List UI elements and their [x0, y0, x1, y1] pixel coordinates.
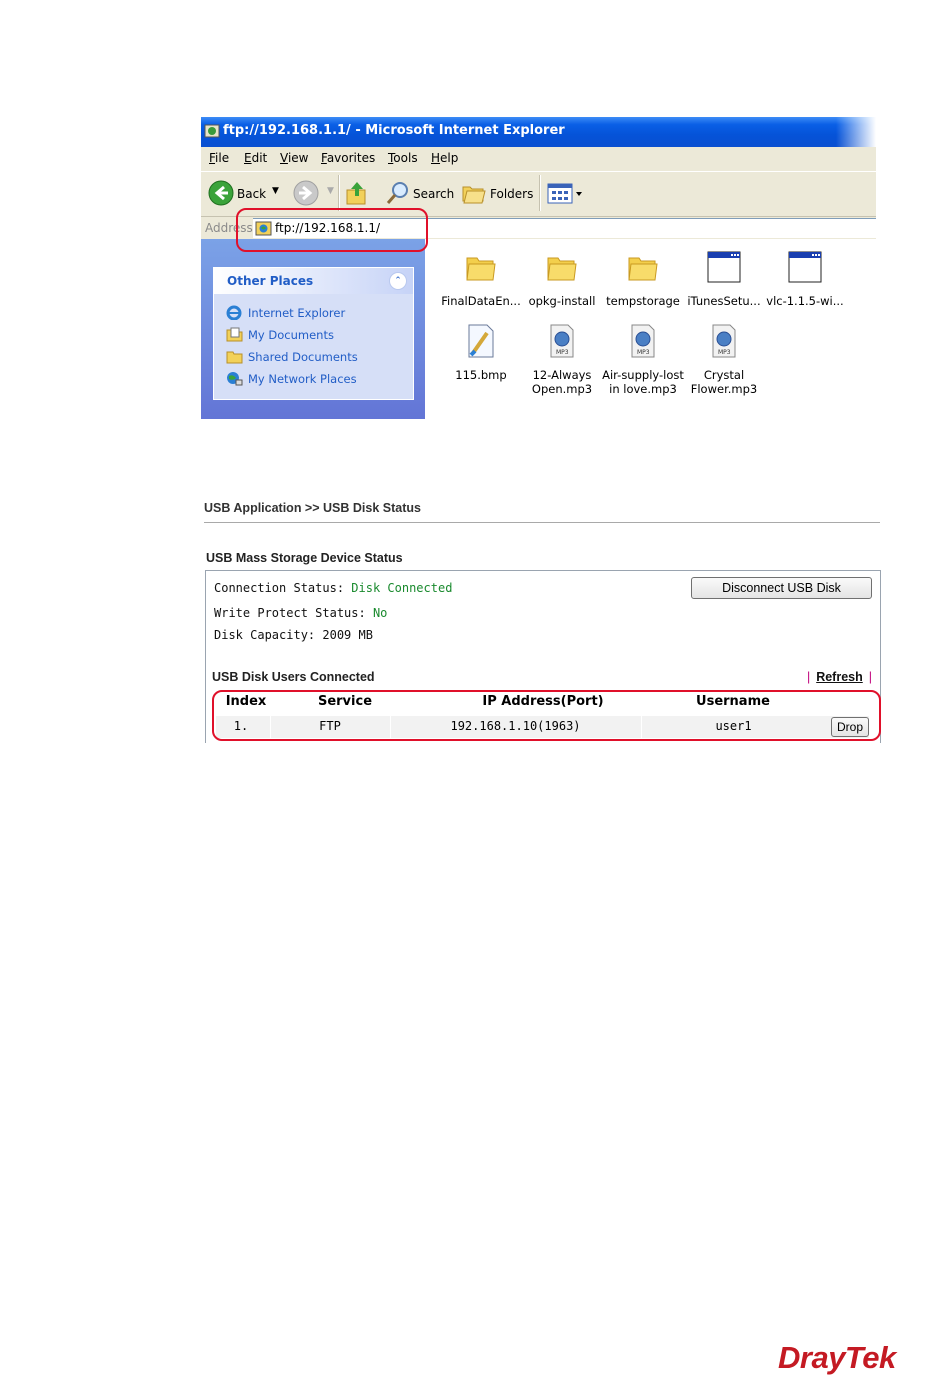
- table-highlight-box: [212, 690, 881, 741]
- place-label: My Documents: [248, 328, 334, 342]
- back-dropdown-icon[interactable]: ▼: [272, 186, 279, 196]
- explorer-content: Other Places ⌃ Internet Explorer My Docu…: [201, 239, 876, 419]
- disk-capacity: Disk Capacity: 2009 MB: [214, 628, 373, 642]
- forward-icon[interactable]: [293, 180, 319, 206]
- up-folder-icon[interactable]: [345, 180, 369, 206]
- connection-status-value: Disk Connected: [351, 581, 453, 595]
- file-item[interactable]: opkg-install: [521, 249, 603, 308]
- window-title: ftp://192.168.1.1/ - Microsoft Internet …: [223, 123, 565, 138]
- address-highlight-box: [236, 208, 428, 252]
- connection-status: Connection Status: Disk Connected: [214, 581, 452, 595]
- file-item[interactable]: MP3 12-Always Open.mp3: [521, 323, 603, 396]
- file-name: Crystal Flower.mp3: [690, 368, 758, 396]
- svg-text:MP3: MP3: [556, 349, 569, 356]
- ftp-folder-icon: [204, 124, 220, 138]
- folder-icon: [628, 257, 658, 281]
- file-item[interactable]: MP3 Crystal Flower.mp3: [683, 323, 765, 396]
- refresh-link[interactable]: Refresh: [816, 670, 863, 684]
- file-name: Air-supply-lost in love.mp3: [602, 368, 684, 396]
- refresh-links: | Refresh |: [806, 670, 872, 684]
- shared-documents-icon: [226, 351, 243, 364]
- other-places-panel: Other Places ⌃ Internet Explorer My Docu…: [213, 267, 414, 400]
- mp3-icon: MP3: [550, 324, 574, 358]
- my-documents-icon: [226, 327, 243, 342]
- draytek-logo: DrayTek: [778, 1340, 896, 1375]
- page-title: USB Application >> USB Disk Status: [204, 501, 421, 515]
- task-pane: Other Places ⌃ Internet Explorer My Docu…: [201, 239, 425, 419]
- menu-edit[interactable]: Edit: [244, 151, 267, 165]
- mp3-icon: MP3: [631, 324, 655, 358]
- menu-bar: File Edit View Favorites Tools Help: [201, 147, 876, 171]
- menu-help[interactable]: Help: [431, 151, 458, 165]
- title-bar: ftp://192.168.1.1/ - Microsoft Internet …: [201, 117, 876, 147]
- menu-view[interactable]: View: [280, 151, 308, 165]
- file-item[interactable]: FinalDataEn...: [440, 249, 522, 308]
- write-protect-label: Write Protect Status:: [214, 606, 366, 620]
- views-icon[interactable]: [547, 183, 585, 205]
- network-places-icon: [227, 372, 243, 386]
- file-item[interactable]: vlc-1.1.5-wi...: [764, 249, 846, 308]
- menu-tools[interactable]: Tools: [388, 151, 418, 165]
- file-name: 115.bmp: [455, 368, 507, 382]
- file-item[interactable]: MP3 Air-supply-lost in love.mp3: [602, 323, 684, 396]
- internet-explorer-icon: [226, 305, 242, 320]
- application-icon: [788, 251, 822, 283]
- disconnect-usb-disk-button[interactable]: Disconnect USB Disk: [691, 577, 872, 599]
- menu-file[interactable]: File: [209, 151, 229, 165]
- application-icon: [707, 251, 741, 283]
- file-name: FinalDataEn...: [441, 294, 521, 308]
- file-item[interactable]: tempstorage: [602, 249, 684, 308]
- place-shared-documents[interactable]: Shared Documents: [226, 349, 358, 364]
- file-name: vlc-1.1.5-wi...: [766, 294, 844, 308]
- place-label: My Network Places: [248, 372, 357, 386]
- other-places-header[interactable]: Other Places ⌃: [214, 268, 413, 294]
- connection-status-label: Connection Status:: [214, 581, 345, 595]
- place-internet-explorer[interactable]: Internet Explorer: [226, 305, 345, 320]
- file-name: 12-Always Open.mp3: [531, 368, 593, 396]
- place-label: Shared Documents: [248, 350, 358, 364]
- mp3-icon: MP3: [712, 324, 736, 358]
- users-connected-title: USB Disk Users Connected: [212, 670, 375, 684]
- place-my-documents[interactable]: My Documents: [226, 327, 334, 342]
- file-name: tempstorage: [606, 294, 680, 308]
- file-name: iTunesSetu...: [687, 294, 761, 308]
- collapse-chevron-icon[interactable]: ⌃: [389, 272, 407, 290]
- place-label: Internet Explorer: [248, 306, 346, 320]
- bitmap-icon: [468, 324, 494, 358]
- write-protect-value: No: [372, 606, 388, 620]
- file-name: opkg-install: [528, 294, 596, 308]
- toolbar-separator: [338, 175, 340, 211]
- svg-text:MP3: MP3: [637, 349, 650, 356]
- write-protect-status: Write Protect Status: No: [214, 606, 387, 620]
- menu-favorites[interactable]: Favorites: [321, 151, 375, 165]
- other-places-title: Other Places: [227, 274, 314, 288]
- file-item[interactable]: iTunesSetu...: [683, 249, 765, 308]
- toolbar-separator: [539, 175, 541, 211]
- search-icon[interactable]: [385, 180, 411, 206]
- place-my-network-places[interactable]: My Network Places: [226, 371, 357, 386]
- search-button[interactable]: Search: [413, 187, 454, 201]
- folder-icon: [547, 257, 577, 281]
- folder-icon: [466, 257, 496, 281]
- title-divider: [204, 522, 880, 523]
- forward-dropdown-icon[interactable]: ▼: [327, 186, 334, 196]
- folders-button[interactable]: Folders: [490, 187, 533, 201]
- svg-text:MP3: MP3: [718, 349, 731, 356]
- file-item[interactable]: 115.bmp: [440, 323, 522, 382]
- back-button[interactable]: Back: [237, 187, 266, 201]
- back-icon[interactable]: [208, 180, 234, 206]
- folders-icon[interactable]: [461, 181, 487, 205]
- ie-window-screenshot: ftp://192.168.1.1/ - Microsoft Internet …: [201, 117, 876, 419]
- section-title: USB Mass Storage Device Status: [206, 551, 403, 565]
